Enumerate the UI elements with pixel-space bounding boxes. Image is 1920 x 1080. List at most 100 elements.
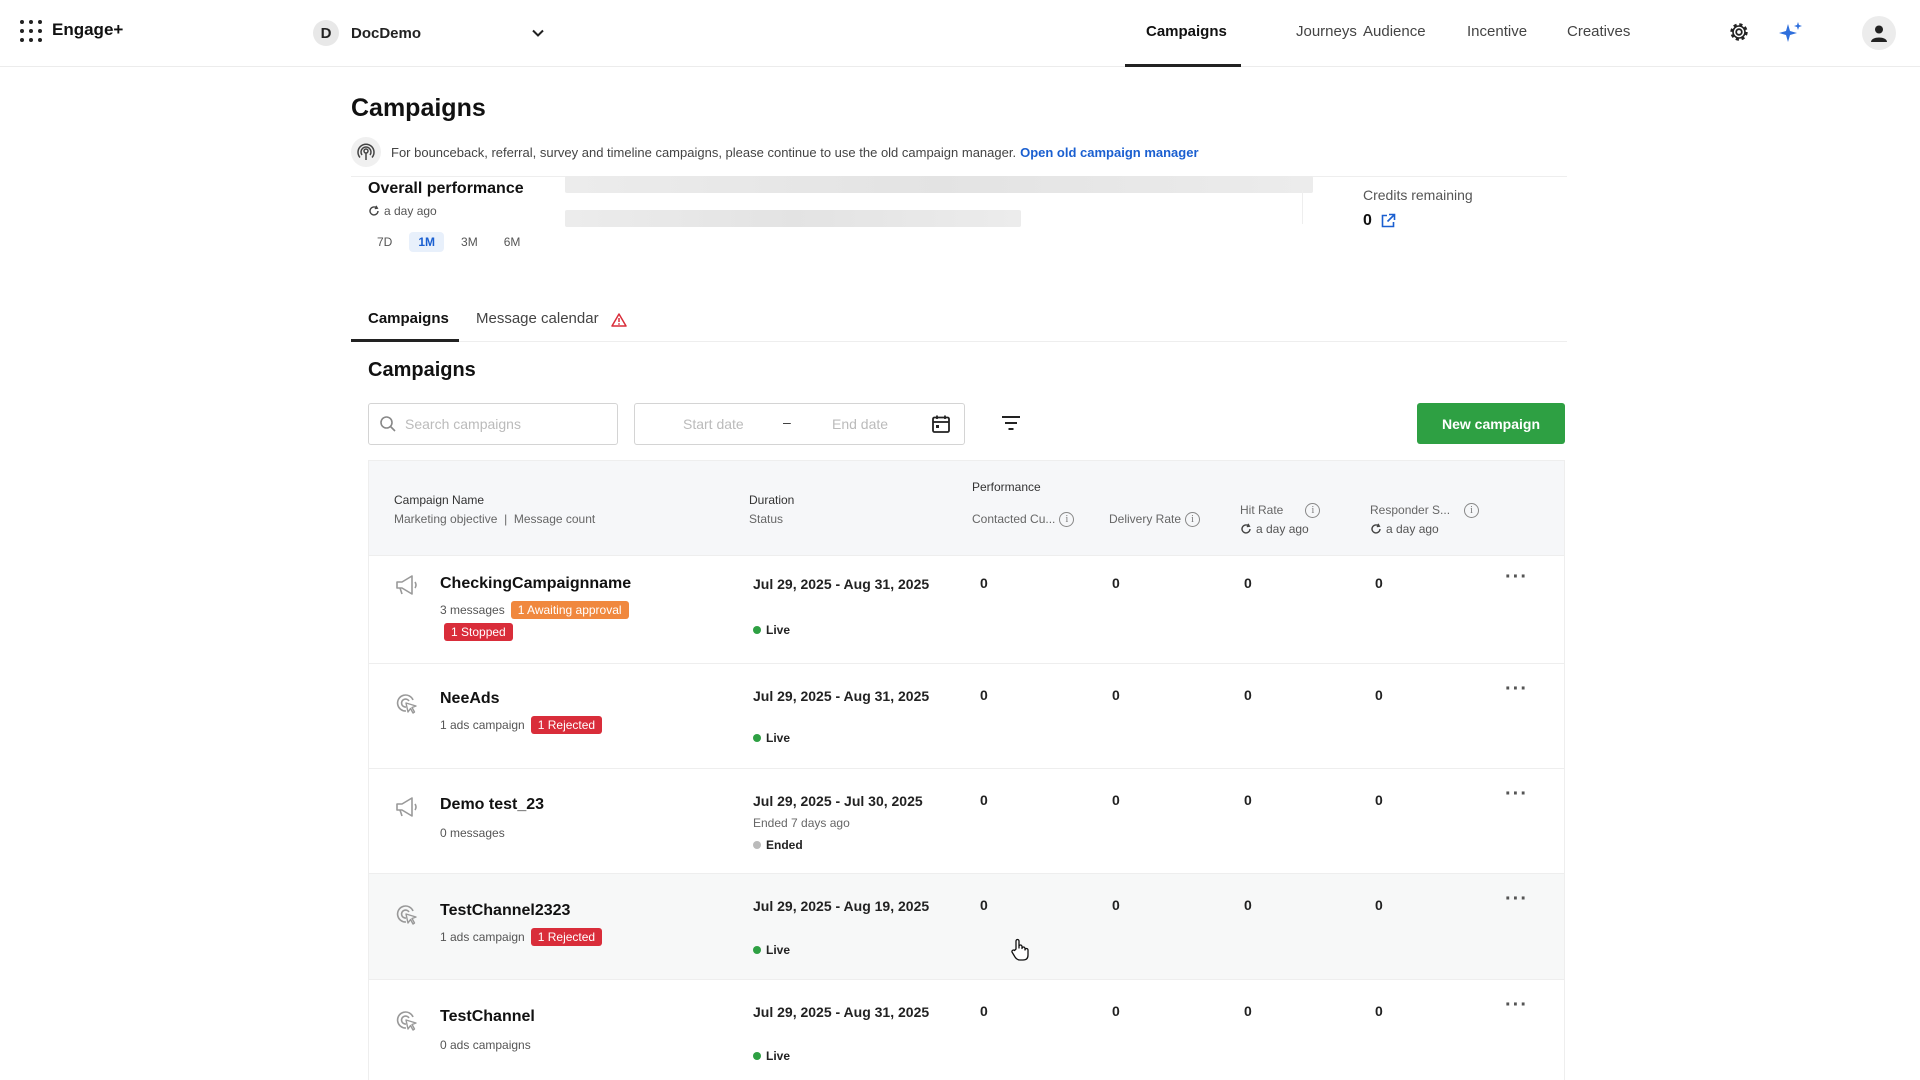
workspace-name: DocDemo	[351, 24, 422, 42]
date-separator: –	[783, 414, 791, 430]
user-avatar-button[interactable]	[1862, 16, 1896, 50]
responder-value: 0	[1375, 1003, 1383, 1019]
performance-title: Overall performance	[368, 180, 524, 197]
delivery-rate-value: 0	[1112, 1003, 1120, 1019]
table-row[interactable]: NeeAds 1 ads campaign 1 Rejected Jul 29,…	[369, 664, 1564, 769]
target-icon	[396, 1011, 417, 1031]
table-row[interactable]: TestChannel 0 ads campaigns Jul 29, 2025…	[369, 980, 1564, 1080]
status-text: Live	[766, 1049, 791, 1063]
col-contacted-label: Contacted Cu...	[972, 512, 1056, 526]
performance-updated: a day ago	[368, 204, 437, 218]
campaign-meta: 1 ads campaign 1 Rejected	[440, 928, 603, 946]
table-row[interactable]: CheckingCampaignname 3 messages 1 Awaiti…	[369, 556, 1564, 664]
campaign-name[interactable]: NeeAds	[440, 690, 500, 708]
calendar-icon[interactable]	[931, 414, 951, 434]
credits-label: Credits remaining	[1363, 187, 1473, 203]
more-actions-button[interactable]: ···	[1505, 994, 1528, 1017]
campaign-name[interactable]: Demo test_23	[440, 796, 544, 814]
hit-rate-value: 0	[1244, 897, 1252, 913]
info-icon[interactable]: i	[1185, 512, 1201, 528]
section-title: Campaigns	[368, 359, 476, 381]
table-row[interactable]: TestChannel2323 1 ads campaign 1 Rejecte…	[369, 874, 1564, 980]
hit-rate-updated-text: a day ago	[1256, 522, 1309, 536]
contacted-value: 0	[980, 897, 988, 913]
page-title: Campaigns	[351, 94, 486, 122]
table-row[interactable]: Demo test_23 0 messages Jul 29, 2025 - J…	[369, 769, 1564, 874]
responder-value: 0	[1375, 792, 1383, 808]
divider	[1302, 190, 1303, 224]
ai-sparkle-icon[interactable]	[1778, 20, 1804, 46]
table-header: Campaign Name Marketing objective | Mess…	[369, 461, 1564, 556]
filter-icon[interactable]	[1000, 412, 1022, 434]
date-range-picker[interactable]: Start date – End date	[634, 403, 965, 445]
range-6m[interactable]: 6M	[495, 232, 530, 252]
nav-incentive[interactable]: Incentive	[1467, 23, 1527, 40]
legacy-notice: For bounceback, referral, survey and tim…	[351, 137, 1199, 167]
loading-skeleton	[565, 176, 1313, 193]
range-1m[interactable]: 1M	[409, 232, 445, 252]
message-count: 3 messages	[440, 603, 505, 617]
notice-text: For bounceback, referral, survey and tim…	[391, 144, 1017, 160]
new-campaign-button[interactable]: New campaign	[1417, 403, 1565, 444]
tab-campaigns[interactable]: Campaigns	[368, 310, 449, 327]
info-icon[interactable]: i	[1464, 503, 1480, 519]
nav-campaigns[interactable]: Campaigns	[1146, 23, 1227, 40]
search-input[interactable]	[405, 416, 605, 432]
contacted-value: 0	[980, 792, 988, 808]
delivery-rate-value: 0	[1112, 687, 1120, 703]
campaign-name[interactable]: TestChannel	[440, 1008, 535, 1026]
col-delivery-label: Delivery Rate	[1109, 512, 1182, 526]
message-count: 0 messages	[440, 826, 505, 840]
end-date-input[interactable]: End date	[832, 416, 888, 432]
status-text: Live	[766, 623, 791, 637]
apps-grid-icon[interactable]	[20, 20, 42, 42]
ads-campaign-count: 1 ads campaign	[440, 718, 525, 732]
campaign-duration: Jul 29, 2025 - Aug 19, 2025	[753, 898, 930, 914]
nav-journeys[interactable]: Journeys	[1296, 23, 1357, 40]
contacted-value: 0	[980, 687, 988, 703]
col-duration: Duration	[749, 493, 795, 507]
external-link-icon[interactable]	[1380, 213, 1396, 229]
responder-updated-text: a day ago	[1386, 522, 1439, 536]
performance-updated-text: a day ago	[384, 204, 437, 218]
col-contacted: Contacted Cu... i	[972, 512, 1075, 528]
hit-rate-value: 0	[1244, 687, 1252, 703]
hit-rate-value: 0	[1244, 792, 1252, 808]
hit-rate-value: 0	[1244, 1003, 1252, 1019]
workspace-switcher[interactable]: D DocDemo	[313, 20, 544, 46]
col-marketing-objective: Marketing objective | Message count	[394, 512, 595, 526]
campaign-duration: Jul 29, 2025 - Aug 31, 2025	[753, 688, 930, 704]
tabs-divider	[351, 341, 1567, 342]
status-badge: 1 Awaiting approval	[510, 601, 629, 619]
info-icon[interactable]: i	[1305, 503, 1321, 519]
more-actions-button[interactable]: ···	[1505, 783, 1528, 806]
more-actions-button[interactable]: ···	[1505, 888, 1528, 911]
megaphone-icon	[396, 575, 417, 595]
start-date-input[interactable]: Start date	[683, 416, 744, 432]
open-old-campaign-manager-link[interactable]: Open old campaign manager	[1020, 145, 1198, 160]
col-message-count-label: Message count	[513, 512, 596, 526]
info-icon[interactable]: i	[1059, 512, 1075, 528]
col-hit-rate-updated: a day ago	[1240, 522, 1309, 536]
tab-message-calendar[interactable]: Message calendar	[476, 310, 599, 327]
campaign-name[interactable]: CheckingCampaignname	[440, 575, 631, 593]
delivery-rate-value: 0	[1112, 897, 1120, 913]
credits-remaining: 0	[1363, 212, 1396, 230]
campaign-name[interactable]: TestChannel2323	[440, 902, 570, 920]
range-3m[interactable]: 3M	[452, 232, 487, 252]
search-box[interactable]	[368, 403, 618, 445]
campaign-status: Live	[753, 623, 790, 637]
range-selector: 7D 1M 3M 6M	[368, 232, 529, 252]
status-text: Ended	[766, 838, 803, 852]
range-7d[interactable]: 7D	[368, 232, 401, 252]
nav-creatives[interactable]: Creatives	[1567, 23, 1630, 40]
campaigns-table: Campaign Name Marketing objective | Mess…	[368, 460, 1565, 1080]
more-actions-button[interactable]: ···	[1505, 566, 1528, 589]
nav-audience[interactable]: Audience	[1363, 23, 1426, 40]
status-text: Live	[766, 943, 791, 957]
delivery-rate-value: 0	[1112, 575, 1120, 591]
ended-dot	[753, 841, 761, 849]
more-actions-button[interactable]: ···	[1505, 678, 1528, 701]
gear-icon[interactable]	[1727, 20, 1751, 44]
status-text: Live	[766, 731, 791, 745]
